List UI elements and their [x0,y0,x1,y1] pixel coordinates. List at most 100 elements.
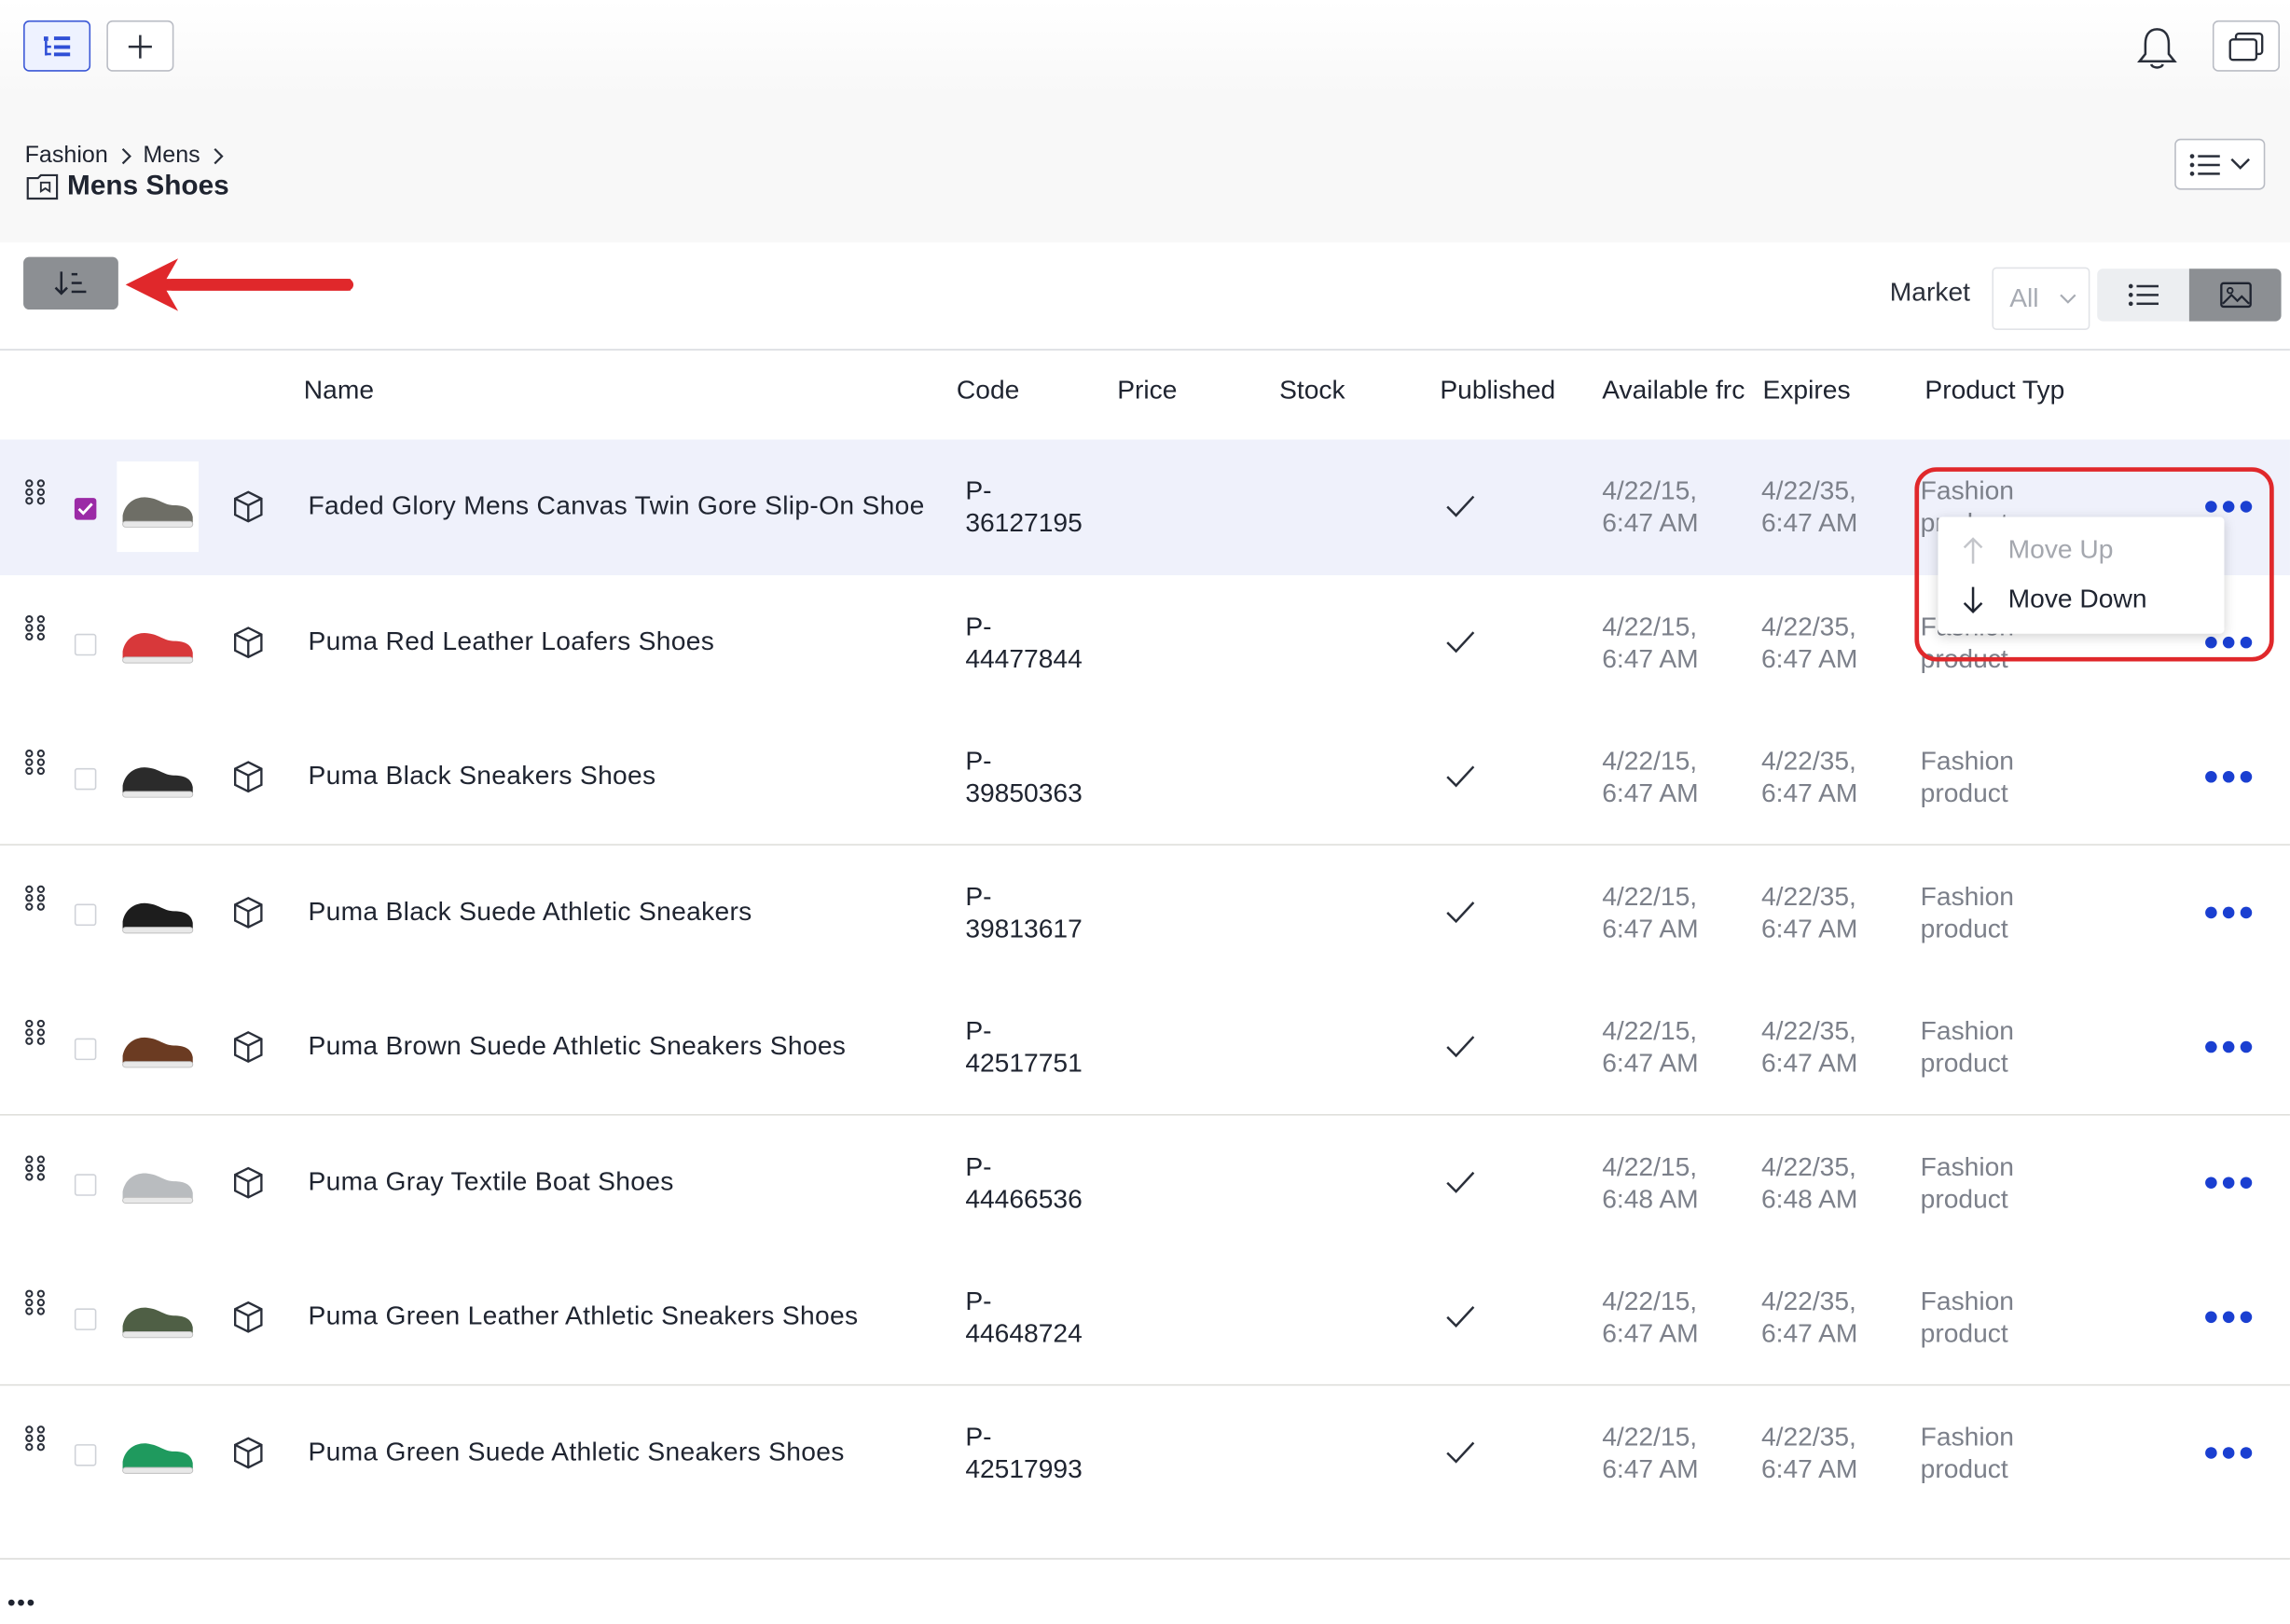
available-from-value: 4/22/15, 6:47 AM [1602,1286,1699,1348]
product-type-value: Fashion product [1920,1422,2015,1484]
checkmark-icon [77,502,93,516]
row-checkbox[interactable] [74,1174,97,1196]
expires-value: 4/22/35, 6:47 AM [1760,1016,1858,1078]
page-title-text: Mens Shoes [67,171,229,202]
expires-value: 4/22/35, 6:47 AM [1760,1422,1858,1484]
tree-view-button[interactable] [23,20,91,72]
row-checkbox[interactable] [74,1038,97,1061]
expires-value: 4/22/35, 6:47 AM [1760,612,1858,674]
product-name[interactable]: Puma Black Suede Athletic Sneakers [308,897,752,928]
product-cube-icon [233,1166,263,1199]
row-checkbox[interactable] [74,1308,97,1330]
product-name[interactable]: Puma Gray Textile Boat Shoes [308,1166,673,1197]
product-code: P- 42517993 [965,1422,1083,1484]
drag-handle-icon[interactable] [25,1155,46,1181]
drag-handle-icon[interactable] [25,750,46,776]
product-thumbnail[interactable] [117,731,200,822]
drag-handle-icon[interactable] [25,1425,46,1452]
column-header-stock[interactable]: Stock [1279,376,1345,406]
list-icon [2189,153,2220,175]
available-from-value: 4/22/15, 6:47 AM [1602,1016,1699,1078]
table-row[interactable]: Puma Brown Suede Athletic Sneakers Shoes… [0,979,2290,1116]
more-actions-button[interactable] [2205,1177,2255,1191]
published-check-icon [1446,495,1475,517]
product-thumbnail[interactable] [117,1272,200,1363]
product-cube-icon [233,1437,263,1469]
column-header-published[interactable]: Published [1440,376,1555,406]
column-header-code[interactable]: Code [957,376,1019,406]
available-from-value: 4/22/15, 6:47 AM [1602,612,1699,674]
notifications-button[interactable] [2132,23,2182,73]
published-check-icon [1446,1171,1475,1193]
folders-button[interactable] [2212,20,2280,72]
product-type-value: Fashion product [1920,1016,2015,1078]
product-type-value: Fashion product [1920,882,2015,943]
product-thumbnail[interactable] [117,461,200,553]
expires-value: 4/22/35, 6:47 AM [1760,1286,1858,1348]
column-header-price[interactable]: Price [1117,376,1177,406]
plus-icon [128,34,152,58]
product-name[interactable]: Puma Green Suede Athletic Sneakers Shoes [308,1437,844,1467]
row-checkbox[interactable] [74,633,97,656]
thumbnail-view-toggle[interactable] [2188,268,2282,322]
list-toolbar: Market All [0,242,2290,351]
chevron-right-icon [214,147,224,165]
drag-handle-icon[interactable] [25,885,46,911]
row-checkbox[interactable] [74,1444,97,1466]
expires-value: 4/22/35, 6:47 AM [1760,746,1858,808]
product-code: P- 39813617 [965,882,1083,943]
more-footer-button[interactable]: ••• [7,1591,36,1617]
product-thumbnail[interactable] [117,1137,200,1229]
column-header-expires[interactable]: Expires [1763,376,1851,406]
more-actions-button[interactable] [2205,1040,2255,1056]
published-check-icon [1446,1305,1475,1328]
table-row[interactable]: Puma Black Sneakers Shoes P- 39850363 4/… [0,709,2290,846]
expires-value: 4/22/35, 6:47 AM [1760,475,1858,538]
product-thumbnail[interactable] [117,867,200,958]
column-header-name[interactable]: Name [304,376,374,406]
row-checkbox[interactable] [74,498,97,520]
breadcrumb: Fashion Mens [25,143,224,169]
shoe-image [122,1037,194,1068]
product-thumbnail[interactable] [117,1407,200,1499]
product-type-value: Fashion product [1920,1286,2015,1348]
more-actions-button[interactable] [2205,771,2255,786]
breadcrumb-item-mens[interactable]: Mens [143,143,200,169]
drag-handle-icon[interactable] [25,1019,46,1045]
table-row[interactable]: Puma Green Suede Athletic Sneakers Shoes… [0,1385,2290,1522]
product-cube-icon [233,896,263,929]
expires-value: 4/22/35, 6:48 AM [1760,1151,1858,1214]
available-from-value: 4/22/15, 6:47 AM [1602,475,1699,538]
product-name[interactable]: Puma Green Leather Athletic Sneakers Sho… [308,1301,858,1332]
table-row[interactable]: Puma Black Suede Athletic Sneakers P- 39… [0,845,2290,982]
sort-order-button[interactable] [23,256,118,310]
drag-handle-icon[interactable] [25,1289,46,1315]
breadcrumb-item-fashion[interactable]: Fashion [25,143,108,169]
table-row[interactable]: Puma Gray Textile Boat Shoes P- 44466536… [0,1115,2290,1252]
shoe-image [122,497,194,528]
column-header-available-from[interactable]: Available frc [1602,376,1752,406]
more-actions-button[interactable] [2205,1311,2255,1327]
market-select[interactable]: All [1992,267,2090,330]
row-checkbox[interactable] [74,903,97,927]
product-name[interactable]: Faded Glory Mens Canvas Twin Gore Slip-O… [308,490,924,521]
sort-icon [53,271,86,296]
product-name[interactable]: Puma Red Leather Loafers Shoes [308,626,714,657]
drag-handle-icon[interactable] [25,479,46,505]
add-button[interactable] [106,20,174,72]
column-header-product-type[interactable]: Product Typ [1924,376,2076,406]
product-thumbnail[interactable] [117,1001,200,1093]
published-check-icon [1446,1036,1475,1058]
more-actions-button[interactable] [2205,906,2255,922]
available-from-value: 4/22/15, 6:47 AM [1602,882,1699,943]
product-name[interactable]: Puma Black Sneakers Shoes [308,761,655,791]
row-checkbox[interactable] [74,767,97,791]
list-view-toggle[interactable] [2097,268,2189,322]
more-actions-button[interactable] [2205,1447,2255,1462]
product-thumbnail[interactable] [117,597,200,688]
drag-handle-icon[interactable] [25,614,46,641]
table-row[interactable]: Puma Green Leather Athletic Sneakers Sho… [0,1249,2290,1386]
view-options-dropdown[interactable] [2174,138,2266,190]
product-name[interactable]: Puma Brown Suede Athletic Sneakers Shoes [308,1031,846,1062]
shoe-image [122,902,194,934]
